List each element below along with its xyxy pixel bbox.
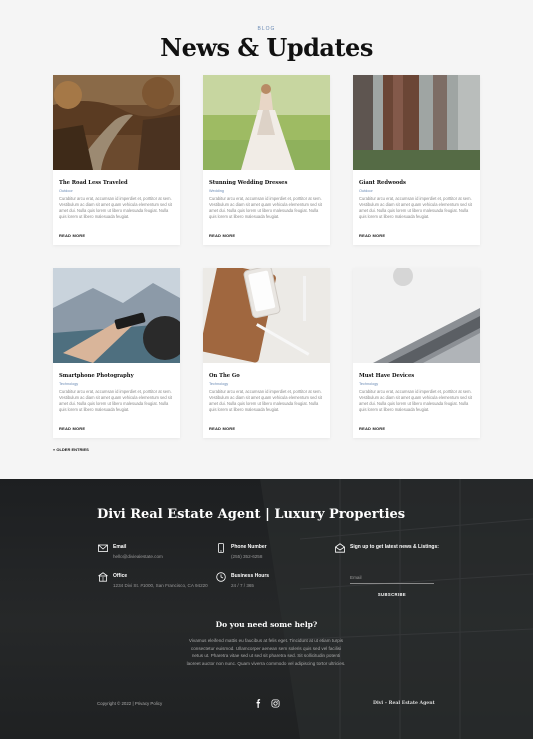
- laptop-keyboard-photo[interactable]: [353, 268, 480, 363]
- post-excerpt: Curabitur arcu erat, accumsan id imperdi…: [209, 196, 322, 219]
- post-title[interactable]: Stunning Wedding Dresses: [209, 180, 287, 186]
- phone-camera-photo[interactable]: [53, 268, 180, 363]
- post-title[interactable]: On The Go: [209, 373, 240, 379]
- blog-card[interactable]: On The Go Technology Curabitur arcu erat…: [203, 268, 330, 438]
- read-more-link[interactable]: READ MORE: [359, 426, 385, 431]
- post-category[interactable]: Outdoor: [359, 189, 373, 193]
- read-more-link[interactable]: READ MORE: [209, 233, 235, 238]
- post-excerpt: Curabitur arcu erat, accumsan id imperdi…: [59, 196, 172, 219]
- help-text: Vivamus eleifend mattis eu faucibus at f…: [186, 638, 346, 666]
- post-excerpt: Curabitur arcu erat, accumsan id imperdi…: [359, 389, 472, 412]
- facebook-icon[interactable]: [254, 699, 263, 708]
- post-category[interactable]: Technology: [59, 382, 78, 386]
- post-excerpt: Curabitur arcu erat, accumsan id imperdi…: [59, 389, 172, 412]
- forest-road-photo[interactable]: [53, 75, 180, 170]
- help-title: Do you need some help?: [215, 620, 318, 629]
- post-category[interactable]: Outdoor: [59, 189, 73, 193]
- newsletter-email-input[interactable]: [350, 571, 434, 584]
- subscribe-button[interactable]: SUBSCRIBE: [350, 592, 434, 597]
- envelope-icon: [98, 544, 108, 552]
- read-more-link[interactable]: READ MORE: [359, 233, 385, 238]
- hours-value: 24 / 7 / 365: [231, 583, 254, 588]
- post-excerpt: Curabitur arcu erat, accumsan id imperdi…: [209, 389, 322, 412]
- post-category[interactable]: Wedding: [209, 189, 224, 193]
- blog-card[interactable]: Must Have Devices Technology Curabitur a…: [353, 268, 480, 438]
- redwood-trees-photo[interactable]: [353, 75, 480, 170]
- hours-label: Business Hours: [231, 573, 270, 579]
- page-title: News & Updates: [160, 33, 373, 62]
- copyright-text[interactable]: Copyright © 2022 | Privacy Policy: [97, 701, 162, 706]
- blog-card[interactable]: The Road Less Traveled Outdoor Curabitur…: [53, 75, 180, 245]
- read-more-link[interactable]: READ MORE: [209, 426, 235, 431]
- blog-card[interactable]: Giant Redwoods Outdoor Curabitur arcu er…: [353, 75, 480, 245]
- office-label: Office: [113, 573, 128, 579]
- mail-open-icon: [335, 543, 345, 553]
- blog-eyebrow: BLOG: [257, 26, 276, 32]
- phone-label: Phone Number: [231, 544, 267, 550]
- read-more-link[interactable]: READ MORE: [59, 233, 85, 238]
- blog-card[interactable]: Smartphone Photography Technology Curabi…: [53, 268, 180, 438]
- wedding-dress-photo[interactable]: [203, 75, 330, 170]
- post-excerpt: Curabitur arcu erat, accumsan id imperdi…: [359, 196, 472, 219]
- footer-title: Divi Real Estate Agent | Luxury Properti…: [97, 507, 406, 522]
- post-category[interactable]: Technology: [209, 382, 228, 386]
- office-value: 1234 Divi St. #1000, San Francisco, CA 9…: [113, 583, 208, 588]
- older-entries-link[interactable]: « OLDER ENTRIES: [53, 447, 89, 452]
- read-more-link[interactable]: READ MORE: [59, 426, 85, 431]
- email-label: Email: [113, 544, 127, 550]
- post-title[interactable]: Smartphone Photography: [59, 373, 134, 379]
- post-title[interactable]: Must Have Devices: [359, 373, 414, 379]
- phone-value[interactable]: (255) 352-6258: [231, 553, 341, 560]
- building-icon: [98, 572, 108, 582]
- post-category[interactable]: Technology: [359, 382, 378, 386]
- blog-section: BLOG News & Updates The Road Less Travel…: [0, 0, 533, 479]
- email-value[interactable]: hello@diviealestate.com: [113, 553, 223, 560]
- footer-brand: Divi – Real Estate Agent: [373, 701, 435, 706]
- post-title[interactable]: The Road Less Traveled: [59, 180, 128, 186]
- blog-card[interactable]: Stunning Wedding Dresses Wedding Curabit…: [203, 75, 330, 245]
- phone-case-pen-photo[interactable]: [203, 268, 330, 363]
- signup-label: Sign up to get latest news & Listings:: [350, 544, 439, 550]
- instagram-icon[interactable]: [271, 699, 280, 708]
- phone-icon: [218, 543, 224, 553]
- post-title[interactable]: Giant Redwoods: [359, 180, 406, 186]
- clock-icon: [216, 572, 226, 582]
- footer: Divi Real Estate Agent | Luxury Properti…: [0, 479, 533, 739]
